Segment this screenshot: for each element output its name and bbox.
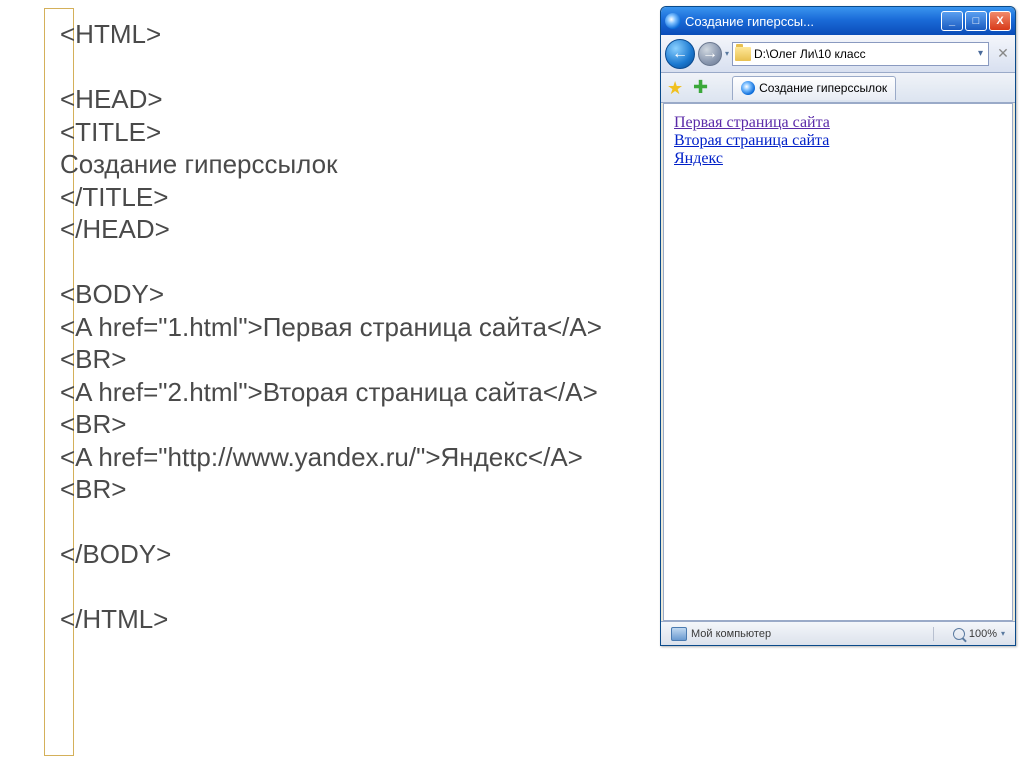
nav-end: ✕ <box>992 46 1011 62</box>
tab-label: Создание гиперссылок <box>759 81 887 95</box>
page-content: Первая страница сайта Вторая страница са… <box>663 103 1013 621</box>
zoom-dropdown-icon: ▾ <box>1001 629 1005 638</box>
code-line: <HTML> <box>60 18 630 51</box>
favorites-star-icon[interactable]: ★ <box>667 79 685 97</box>
close-button[interactable]: X <box>989 11 1011 31</box>
maximize-button[interactable]: □ <box>965 11 987 31</box>
zoom-icon <box>953 628 965 640</box>
code-line: <A href="http://www.yandex.ru/">Яндекс</… <box>60 441 630 506</box>
titlebar[interactable]: Создание гиперссы... _ □ X <box>661 7 1015 35</box>
status-zone-zoom[interactable]: 100% ▾ <box>947 628 1011 640</box>
add-favorite-icon[interactable]: ✚ <box>693 77 708 98</box>
address-dropdown-icon[interactable]: ▾ <box>975 48 986 59</box>
code-line: <A href="2.html">Вторая страница сайта</… <box>60 376 630 441</box>
code-line: </BODY> <box>60 538 630 571</box>
browser-window: Создание гиперссы... _ □ X ← → ▾ D:\Олег… <box>660 6 1016 646</box>
computer-icon <box>671 627 687 641</box>
code-line <box>60 506 630 539</box>
code-line <box>60 246 630 279</box>
code-line <box>60 51 630 84</box>
code-line: Создание гиперссылок <box>60 148 630 181</box>
code-line: </TITLE> <box>60 181 630 214</box>
arrow-right-icon: → <box>702 45 718 63</box>
browser-tab[interactable]: Создание гиперссылок <box>732 76 896 100</box>
code-listing: <HTML> <HEAD> <TITLE> Создание гиперссыл… <box>60 18 630 636</box>
ie-logo-icon <box>665 13 681 29</box>
window-buttons: _ □ X <box>941 11 1011 31</box>
status-bar: Мой компьютер 100% ▾ <box>661 621 1015 645</box>
link-second-page[interactable]: Вторая страница сайта <box>674 132 829 149</box>
zoom-level: 100% <box>969 628 997 640</box>
code-line: <BODY> <box>60 278 630 311</box>
status-zone-computer: Мой компьютер <box>665 627 934 641</box>
nav-dropdown-icon[interactable]: ▾ <box>725 49 729 58</box>
window-title: Создание гиперссы... <box>685 14 941 29</box>
back-button[interactable]: ← <box>665 39 695 69</box>
code-line <box>60 571 630 604</box>
minimize-button[interactable]: _ <box>941 11 963 31</box>
address-path: D:\Олег Ли\10 класс <box>754 47 975 61</box>
ie-tab-icon <box>741 81 755 95</box>
code-line: <HEAD> <box>60 83 630 116</box>
favorites-bar: ★ ✚ Создание гиперссылок <box>661 73 1015 103</box>
forward-button[interactable]: → <box>698 42 722 66</box>
status-computer-text: Мой компьютер <box>691 628 771 640</box>
stop-button[interactable]: ✕ <box>995 46 1011 62</box>
code-line: </HTML> <box>60 603 630 636</box>
arrow-left-icon: ← <box>672 45 688 63</box>
navigation-bar: ← → ▾ D:\Олег Ли\10 класс ▾ ✕ <box>661 35 1015 73</box>
folder-icon <box>735 47 751 61</box>
link-first-page[interactable]: Первая страница сайта <box>674 114 830 131</box>
link-yandex[interactable]: Яндекс <box>674 150 723 167</box>
address-bar[interactable]: D:\Олег Ли\10 класс ▾ <box>732 42 989 66</box>
code-line: <TITLE> <box>60 116 630 149</box>
code-line: </HEAD> <box>60 213 630 246</box>
close-icon: ✕ <box>997 45 1009 62</box>
code-line: <A href="1.html">Первая страница сайта</… <box>60 311 630 376</box>
